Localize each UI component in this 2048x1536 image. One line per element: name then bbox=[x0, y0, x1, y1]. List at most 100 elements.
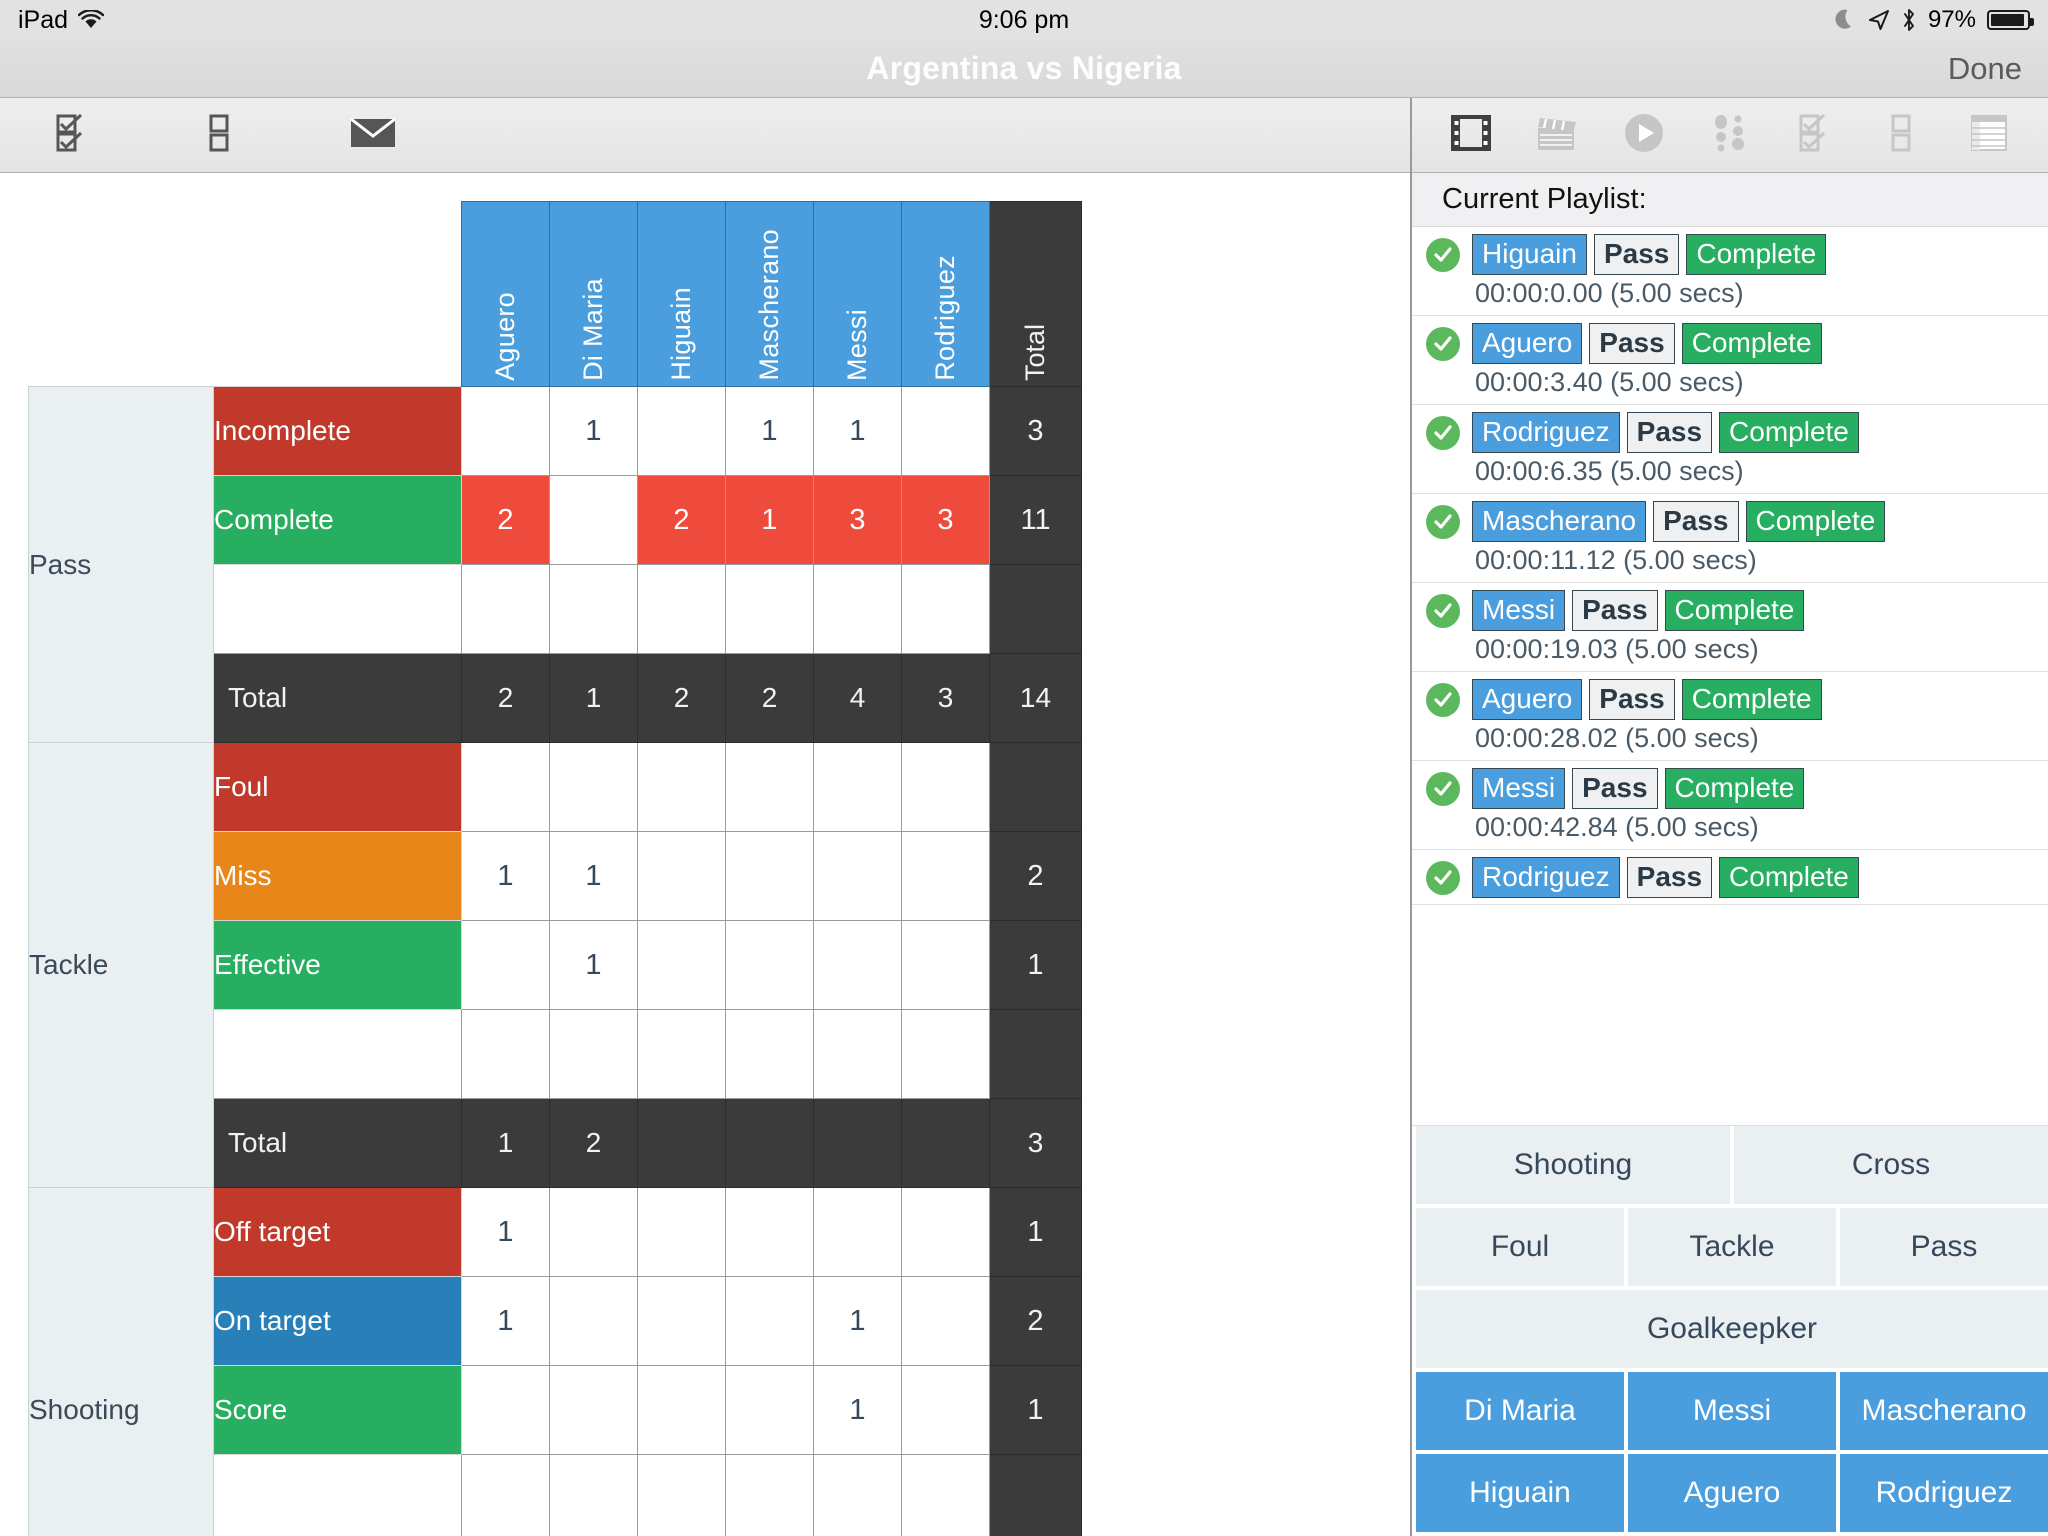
stat-cell[interactable] bbox=[461, 1009, 550, 1099]
stat-cell[interactable]: 3 bbox=[901, 475, 990, 565]
stat-cell[interactable] bbox=[901, 1009, 990, 1099]
playlist-action-tag[interactable]: Pass bbox=[1572, 768, 1658, 809]
playlist-action-tag[interactable]: Pass bbox=[1626, 412, 1713, 453]
column-header-player[interactable]: Higuain bbox=[637, 201, 726, 387]
stat-cell[interactable]: 1 bbox=[549, 831, 638, 921]
playlist-action-tag[interactable]: Pass bbox=[1626, 857, 1713, 898]
playlist-result-tag[interactable]: Complete bbox=[1681, 323, 1822, 364]
playlist-item[interactable]: Messi Pass Complete 00:00:19.03 (5.00 secs) bbox=[1412, 583, 2048, 672]
stat-cell[interactable]: 2 bbox=[461, 475, 550, 565]
playlist-player-tag[interactable]: Aguero bbox=[1472, 323, 1583, 364]
stat-cell[interactable]: 1 bbox=[813, 1276, 902, 1366]
stat-cell[interactable] bbox=[461, 920, 550, 1010]
stat-cell[interactable] bbox=[813, 742, 902, 832]
category-label[interactable]: Complete bbox=[213, 475, 462, 565]
stat-cell[interactable] bbox=[549, 564, 638, 654]
player-pad-messi[interactable]: Messi bbox=[1628, 1372, 1836, 1450]
playlist-result-tag[interactable]: Complete bbox=[1686, 234, 1827, 275]
playlist-player-tag[interactable]: Aguero bbox=[1472, 679, 1583, 720]
stat-cell[interactable]: 1 bbox=[549, 386, 638, 476]
action-pad-shooting[interactable]: Shooting bbox=[1416, 1126, 1730, 1204]
stat-cell[interactable]: 1 bbox=[461, 1276, 550, 1366]
playlist-action-tag[interactable]: Pass bbox=[1572, 590, 1658, 631]
player-pad-higuain[interactable]: Higuain bbox=[1416, 1454, 1624, 1532]
playlist-action-tag[interactable]: Pass bbox=[1589, 679, 1675, 720]
check-icon[interactable] bbox=[1426, 594, 1460, 628]
category-label[interactable] bbox=[213, 1454, 462, 1536]
playlist-item[interactable]: Aguero Pass Complete 00:00:3.40 (5.00 secs) bbox=[1412, 316, 2048, 405]
check-icon[interactable] bbox=[1426, 772, 1460, 806]
stat-cell[interactable] bbox=[461, 386, 550, 476]
stat-cell[interactable] bbox=[461, 1365, 550, 1455]
stat-cell[interactable] bbox=[461, 564, 550, 654]
category-label[interactable]: Off target bbox=[213, 1187, 462, 1277]
squares-button[interactable] bbox=[1872, 98, 1934, 172]
stat-cell[interactable] bbox=[637, 831, 726, 921]
playlist-player-tag[interactable]: Messi bbox=[1472, 590, 1566, 631]
check-icon[interactable] bbox=[1426, 861, 1460, 895]
playlist-player-tag[interactable]: Higuain bbox=[1472, 234, 1587, 275]
category-label[interactable]: Foul bbox=[213, 742, 462, 832]
stat-cell[interactable] bbox=[725, 1009, 814, 1099]
email-button[interactable] bbox=[318, 98, 428, 172]
category-label[interactable] bbox=[213, 1009, 462, 1099]
stat-cell[interactable] bbox=[637, 1276, 726, 1366]
column-header-player[interactable]: Di Maria bbox=[549, 201, 638, 387]
stat-cell[interactable] bbox=[725, 742, 814, 832]
stat-cell[interactable] bbox=[901, 831, 990, 921]
playlist-player-tag[interactable]: Rodriguez bbox=[1472, 412, 1620, 453]
stat-cell[interactable] bbox=[637, 1187, 726, 1277]
table-list-button[interactable] bbox=[1958, 98, 2020, 172]
column-header-player[interactable]: Aguero bbox=[461, 201, 550, 387]
playlist-action-tag[interactable]: Pass bbox=[1593, 234, 1680, 275]
stat-cell[interactable] bbox=[461, 1454, 550, 1536]
stat-cell[interactable] bbox=[725, 920, 814, 1010]
stat-cell[interactable] bbox=[637, 1365, 726, 1455]
check-icon[interactable] bbox=[1426, 683, 1460, 717]
stat-cell[interactable] bbox=[637, 386, 726, 476]
playlist-action-tag[interactable]: Pass bbox=[1653, 501, 1739, 542]
sliders-button[interactable] bbox=[1699, 98, 1761, 172]
playlist-result-tag[interactable]: Complete bbox=[1719, 857, 1859, 898]
checklist-button[interactable] bbox=[18, 98, 128, 172]
stat-cell[interactable]: 3 bbox=[813, 475, 902, 565]
stat-cell[interactable] bbox=[901, 1454, 990, 1536]
playlist-item[interactable]: Higuain Pass Complete 00:00:0.00 (5.00 secs… bbox=[1412, 227, 2048, 316]
action-pad-pass[interactable]: Pass bbox=[1840, 1208, 2048, 1286]
player-pad-mascherano[interactable]: Mascherano bbox=[1840, 1372, 2048, 1450]
clapperboard-button[interactable] bbox=[1526, 98, 1588, 172]
stat-cell[interactable]: 1 bbox=[725, 386, 814, 476]
squares-button[interactable] bbox=[166, 98, 276, 172]
playlist-item[interactable]: Rodriguez Pass Complete 00:00:6.35 (5.00 se… bbox=[1412, 405, 2048, 494]
playlist-list[interactable]: Higuain Pass Complete 00:00:0.00 (5.00 secs… bbox=[1412, 227, 2048, 905]
stat-cell[interactable] bbox=[901, 920, 990, 1010]
stat-cell[interactable]: 2 bbox=[637, 475, 726, 565]
column-header-player[interactable]: Rodriguez bbox=[901, 201, 990, 387]
stat-cell[interactable] bbox=[725, 564, 814, 654]
stat-cell[interactable] bbox=[725, 1276, 814, 1366]
playlist-item[interactable]: Aguero Pass Complete 00:00:28.02 (5.00 secs… bbox=[1412, 672, 2048, 761]
playlist-player-tag[interactable]: Mascherano bbox=[1472, 501, 1647, 542]
category-label[interactable]: Incomplete bbox=[213, 386, 462, 476]
playlist-item[interactable]: Mascherano Pass Complete 00:00:11.12 (5.00 … bbox=[1412, 494, 2048, 583]
stat-cell[interactable] bbox=[901, 1187, 990, 1277]
stat-cell[interactable] bbox=[637, 564, 726, 654]
stat-cell[interactable] bbox=[637, 920, 726, 1010]
checklist-button[interactable] bbox=[1785, 98, 1847, 172]
stat-cell[interactable]: 1 bbox=[461, 831, 550, 921]
check-icon[interactable] bbox=[1426, 327, 1460, 361]
stat-cell[interactable] bbox=[813, 1187, 902, 1277]
column-header-player[interactable]: Messi bbox=[813, 201, 902, 387]
check-icon[interactable] bbox=[1426, 238, 1460, 272]
stat-cell[interactable] bbox=[461, 742, 550, 832]
stat-cell[interactable] bbox=[549, 1365, 638, 1455]
playlist-item[interactable]: Rodriguez Pass Complete bbox=[1412, 850, 2048, 905]
stat-cell[interactable]: 1 bbox=[549, 920, 638, 1010]
playlist-result-tag[interactable]: Complete bbox=[1681, 679, 1822, 720]
stat-cell[interactable] bbox=[901, 386, 990, 476]
playlist-action-tag[interactable]: Pass bbox=[1589, 323, 1675, 364]
stat-cell[interactable] bbox=[549, 1454, 638, 1536]
stat-cell[interactable] bbox=[813, 1009, 902, 1099]
player-pad-rodriguez[interactable]: Rodriguez bbox=[1840, 1454, 2048, 1532]
stat-cell[interactable] bbox=[725, 1187, 814, 1277]
